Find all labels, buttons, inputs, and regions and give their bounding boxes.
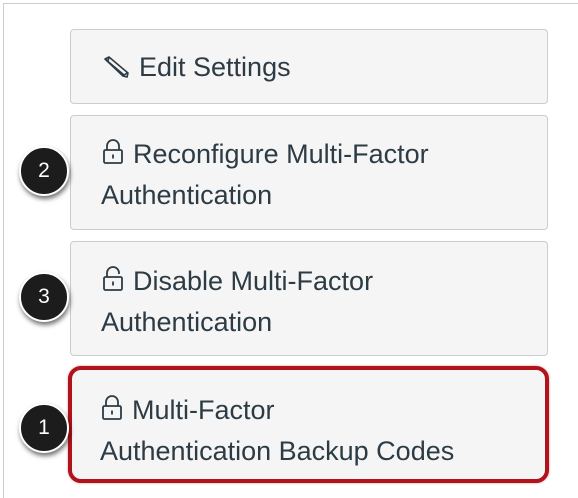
- disable-mfa-label-line2: Authentication: [101, 307, 273, 337]
- reconfigure-mfa-button[interactable]: Reconfigure Multi-Factor Authentication: [70, 115, 548, 230]
- callout-badge: 1: [19, 403, 69, 453]
- reconfigure-mfa-label-line2: Authentication: [101, 180, 273, 210]
- disable-mfa-label-line1: Disable Multi-Factor: [133, 266, 374, 296]
- unlock-icon: [101, 265, 125, 303]
- lock-icon: [100, 394, 124, 432]
- reconfigure-mfa-label-line1: Reconfigure Multi-Factor: [133, 139, 429, 169]
- edit-settings-button[interactable]: Edit Settings: [70, 29, 548, 104]
- lock-icon: [101, 138, 125, 176]
- pencil-icon: [101, 51, 131, 89]
- mfa-backup-codes-label-line1: Multi-Factor: [132, 395, 275, 425]
- edit-settings-label: Edit Settings: [139, 52, 291, 82]
- mfa-backup-codes-label-line2: Authentication Backup Codes: [100, 436, 455, 466]
- callout-badge: 3: [19, 272, 69, 322]
- callout-badge: 2: [19, 146, 69, 196]
- disable-mfa-button[interactable]: Disable Multi-Factor Authentication: [70, 241, 548, 356]
- mfa-backup-codes-button[interactable]: Multi-Factor Authentication Backup Codes: [68, 366, 549, 483]
